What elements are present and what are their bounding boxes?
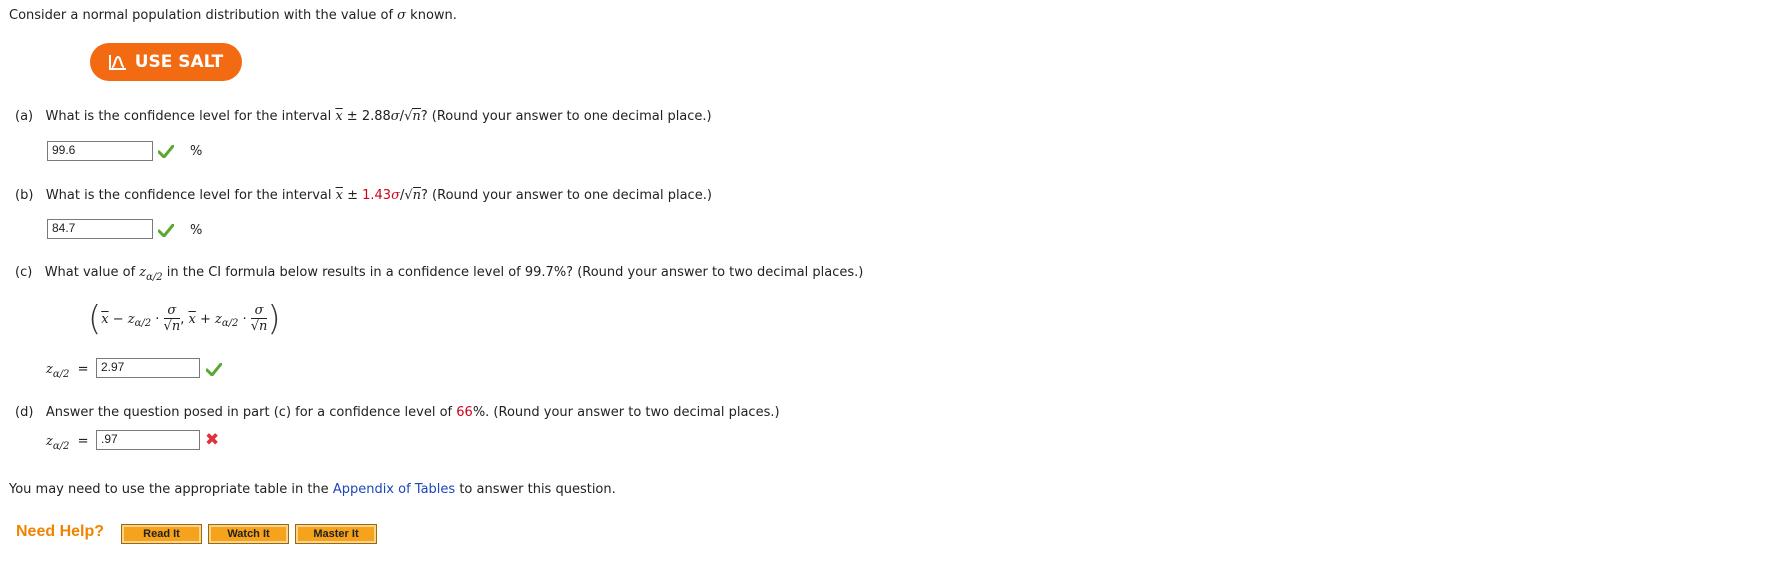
part-d-answer-input[interactable]: .97 [96,430,200,450]
need-help-title: Need Help? [16,523,105,540]
sqrt-symbol: √ [163,319,172,334]
xbar-symbol: x [335,188,343,203]
z-subscript: α/2 [146,272,163,283]
sqrt-symbol: √ [250,319,260,334]
part-a-unit: % [190,144,203,159]
part-c-question: (c) What value of zα/2 in the CI formula… [15,265,864,283]
formula-close-paren: ) [267,299,281,339]
correct-check-icon [158,224,174,237]
sigma-symbol: σ [391,188,400,203]
part-a-coefficient: 2.88 [361,109,391,124]
part-b-question: (b) What is the confidence level for the… [15,187,712,203]
sigma-over-sqrt-n: σ √n [250,303,268,335]
part-d-question: (d) Answer the question posed in part (c… [15,405,780,420]
formula-open-paren: ( [88,299,102,339]
part-a-suffix: ? (Round your answer to one decimal plac… [420,109,712,124]
pm-symbol: ± [342,109,362,124]
comma: , [180,311,189,327]
master-it-button[interactable]: Master It [295,524,377,544]
part-c-prefix: What value of [44,265,140,280]
n-symbol: n [171,318,181,334]
part-d-prefix: Answer the question posed in part (c) fo… [45,405,457,420]
equals-sign: = [77,362,89,377]
sigma-symbol: σ [397,8,407,23]
part-d-level: 66 [456,405,473,420]
intro-prefix: Consider a normal population distributio… [9,8,398,23]
part-c-answer-input[interactable]: 2.97 [96,358,200,378]
part-d-label: (d) [15,405,34,420]
pm-symbol: ± [342,188,363,203]
use-salt-button[interactable]: USE SALT [90,43,242,81]
salt-chart-icon [108,55,126,70]
ci-formula: ( x − z α/2 · σ √n , x + z α/2 · σ √n ) [88,302,281,336]
part-a-prefix: What is the confidence level for the int… [45,109,336,124]
part-c-suffix: in the CI formula below results in a con… [162,265,864,280]
read-it-button[interactable]: Read It [121,524,202,544]
intro-suffix: known. [406,8,457,23]
n-symbol: n [412,187,422,203]
z-symbol: z [46,434,53,449]
z-subscript: α/2 [52,369,70,380]
use-salt-label: USE SALT [134,52,224,72]
n-symbol: n [259,318,268,334]
part-a-answer-input[interactable]: 99.6 [47,141,153,161]
intro-text: Consider a normal population distributio… [9,8,457,23]
sqrt-symbol: √ [404,188,413,203]
z-symbol: z [127,311,135,327]
watch-it-button[interactable]: Watch It [208,524,289,544]
equals-sign: = [77,434,89,449]
part-a-label: (a) [15,109,34,124]
n-symbol: n [412,108,421,124]
sigma-symbol: σ [390,109,400,124]
z-symbol: z [46,362,53,377]
sigma-symbol: σ [254,303,264,318]
dot-symbol: · [151,311,164,327]
part-d-answer-label: zα/2 = [46,434,89,452]
plus-symbol: + [195,311,215,327]
sigma-over-sqrt-n: σ √n [163,303,181,335]
table-note: You may need to use the appropriate tabl… [9,482,616,497]
part-b-label: (b) [15,188,34,203]
part-b-coefficient: 1.43 [362,188,392,203]
z-subscript: α/2 [52,441,70,452]
xbar-symbol: x [101,311,109,327]
part-b-suffix: ? (Round your answer to one decimal plac… [421,188,712,203]
incorrect-x-icon: ✖ [205,430,220,450]
sqrt-n: √n [250,318,268,335]
minus-symbol: − [108,311,128,327]
z-symbol: z [214,311,222,327]
part-d-suffix: %. (Round your answer to two decimal pla… [472,405,780,420]
xbar-symbol: x [188,311,196,327]
correct-check-icon [158,145,174,158]
part-c-answer-label: zα/2 = [46,362,89,380]
part-b-unit: % [190,223,203,238]
sqrt-n: √n [163,318,181,335]
xbar-symbol: x [335,109,343,124]
z-subscript: α/2 [221,317,239,329]
dot-symbol: · [238,311,251,327]
part-b-answer-input[interactable]: 84.7 [47,219,153,239]
table-note-suffix: to answer this question. [455,482,616,497]
correct-check-icon [206,363,222,376]
sigma-symbol: σ [167,303,177,318]
part-b-prefix: What is the confidence level for the int… [45,188,336,203]
part-a-question: (a) What is the confidence level for the… [15,108,712,124]
appendix-link[interactable]: Appendix of Tables [333,482,455,497]
table-note-prefix: You may need to use the appropriate tabl… [9,482,333,497]
part-c-label: (c) [15,265,33,280]
z-subscript: α/2 [134,317,152,329]
